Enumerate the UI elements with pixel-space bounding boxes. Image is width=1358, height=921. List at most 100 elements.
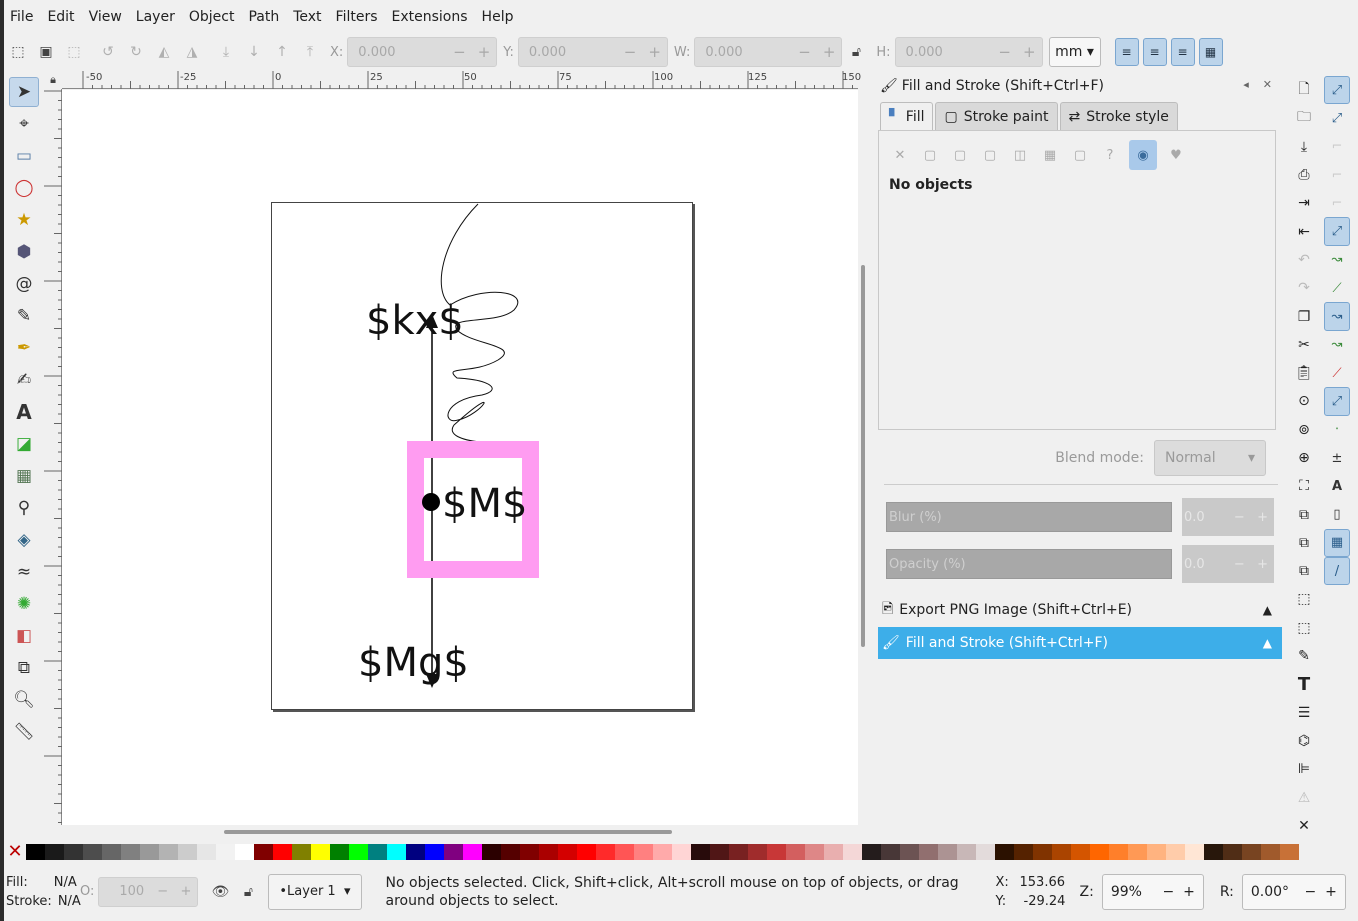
palette-swatch[interactable] <box>1242 844 1261 860</box>
swatch-icon[interactable]: ▢ <box>1069 144 1091 166</box>
tab-stroke-style[interactable]: ⇄ Stroke style <box>1059 102 1178 130</box>
fill-rule-evenodd-icon[interactable]: ◉ <box>1129 140 1157 170</box>
palette-swatch[interactable] <box>938 844 957 860</box>
y-field[interactable]: 0.000− + <box>517 37 668 67</box>
layer-select[interactable]: •Layer 1 ▾ <box>268 873 362 910</box>
snap-page-border-icon[interactable]: ▯ <box>1324 500 1350 528</box>
select-all-icon[interactable]: ⬚ <box>4 38 32 66</box>
palette-swatch[interactable] <box>558 844 577 860</box>
snap-path-intersection-icon[interactable]: ⟋ <box>1324 274 1350 302</box>
palette-swatch[interactable] <box>710 844 729 860</box>
ungroup-icon[interactable]: ⬚ <box>1290 614 1318 642</box>
eraser-tool-icon[interactable]: ◧ <box>9 621 39 651</box>
palette-swatch[interactable] <box>406 844 425 860</box>
palette-swatch[interactable] <box>1014 844 1033 860</box>
palette-swatch[interactable] <box>121 844 140 860</box>
menu-filters[interactable]: Filters <box>330 4 386 30</box>
flip-vertical-icon[interactable]: ◮ <box>178 38 206 66</box>
lock-ratio-icon[interactable]: 🔓︎ <box>842 38 870 66</box>
palette-swatch[interactable] <box>1090 844 1109 860</box>
fill-stroke-row[interactable]: 🖌︎ Fill and Stroke (Shift+Ctrl+F) ▲ <box>878 627 1282 659</box>
palette-swatch[interactable] <box>463 844 482 860</box>
select-all-layers-icon[interactable]: ▣ <box>32 38 60 66</box>
menu-text[interactable]: Text <box>287 4 329 30</box>
palette-swatch[interactable] <box>482 844 501 860</box>
clone-icon[interactable]: ⧉ <box>1290 529 1318 557</box>
text-tool-icon[interactable]: A <box>9 397 39 427</box>
palette-swatch[interactable] <box>159 844 178 860</box>
blur-spin[interactable]: 0.0− + <box>1182 498 1274 536</box>
zoom-tool-icon[interactable]: 🔍︎ <box>9 685 39 715</box>
snap-bbox-corner-icon[interactable]: ⌐ <box>1324 161 1350 189</box>
palette-swatch[interactable] <box>102 844 121 860</box>
palette-swatch[interactable] <box>140 844 159 860</box>
palette-swatch[interactable] <box>767 844 786 860</box>
no-color-swatch-icon[interactable]: ✕ <box>4 843 26 861</box>
selector-tool-icon[interactable]: ➤ <box>9 77 39 107</box>
palette-swatch[interactable] <box>919 844 938 860</box>
toggle-visibility-icon[interactable]: 👁︎ <box>206 878 234 906</box>
unset-paint-icon[interactable]: ? <box>1099 144 1121 166</box>
palette-swatch[interactable] <box>729 844 748 860</box>
raise-icon[interactable]: ↑ <box>268 38 296 66</box>
menu-extensions[interactable]: Extensions <box>386 4 476 30</box>
palette-swatch[interactable] <box>197 844 216 860</box>
palette-swatch[interactable] <box>862 844 881 860</box>
no-paint-icon[interactable]: ✕ <box>889 144 911 166</box>
snap-text-baseline-icon[interactable]: ± <box>1324 444 1350 472</box>
scale-stroke-icon[interactable]: ≡ <box>1114 38 1139 66</box>
snap-midpoint-icon[interactable]: ⟋ <box>1324 359 1350 387</box>
fill-stroke-dialog-icon[interactable]: ✎ <box>1290 642 1318 670</box>
mesh-tool-icon[interactable]: ▦ <box>9 461 39 491</box>
palette-swatch[interactable] <box>292 844 311 860</box>
zoom-selection-icon[interactable]: ⊙ <box>1290 387 1318 415</box>
menu-object[interactable]: Object <box>183 4 243 30</box>
lower-icon[interactable]: ↓ <box>240 38 268 66</box>
palette-swatch[interactable] <box>501 844 520 860</box>
blend-mode-select[interactable]: Normal ▾ <box>1154 440 1266 476</box>
mass-center-dot[interactable] <box>422 493 440 511</box>
snap-bbox-midpoint-icon[interactable]: ⌐ <box>1324 189 1350 217</box>
pencil-tool-icon[interactable]: ✎ <box>9 301 39 331</box>
palette-swatch[interactable] <box>311 844 330 860</box>
new-document-icon[interactable]: 🗋︎ <box>1290 76 1318 104</box>
palette-swatch[interactable] <box>748 844 767 860</box>
palette-swatch[interactable] <box>45 844 64 860</box>
palette-swatch[interactable] <box>1204 844 1223 860</box>
print-icon[interactable]: ⎙ <box>1290 161 1318 189</box>
menu-view[interactable]: View <box>83 4 130 30</box>
palette-swatch[interactable] <box>805 844 824 860</box>
connector-tool-icon[interactable]: ⧉ <box>9 653 39 683</box>
copy-icon[interactable]: ❐ <box>1290 302 1318 330</box>
palette-swatch[interactable] <box>995 844 1014 860</box>
palette-swatch[interactable] <box>976 844 995 860</box>
palette-swatch[interactable] <box>824 844 843 860</box>
label-kx[interactable]: $kx$ <box>366 298 464 344</box>
unlink-clone-icon[interactable]: ⧉ <box>1290 557 1318 585</box>
palette-swatch[interactable] <box>235 844 254 860</box>
label-Mg[interactable]: $Mg$ <box>358 640 469 686</box>
palette-swatch[interactable] <box>1109 844 1128 860</box>
flat-color-icon[interactable]: ▢ <box>919 144 941 166</box>
dropper-tool-icon[interactable]: ⚲ <box>9 493 39 523</box>
drawing-canvas[interactable]: $kx$ $M$ $Mg$ <box>62 90 858 825</box>
guide-lock-icon[interactable]: 🔒︎ <box>44 71 62 89</box>
measure-tool-icon[interactable]: 📏︎ <box>9 717 39 747</box>
mesh-gradient-icon[interactable]: ◫ <box>1009 144 1031 166</box>
radial-gradient-icon[interactable]: ▢ <box>979 144 1001 166</box>
star-tool-icon[interactable]: ★ <box>9 205 39 235</box>
opacity-spin[interactable]: 0.0− + <box>1182 545 1274 583</box>
menu-layer[interactable]: Layer <box>130 4 183 30</box>
tweak-tool-icon[interactable]: ≈ <box>9 557 39 587</box>
duplicate-icon[interactable]: ⧉ <box>1290 500 1318 528</box>
move-patterns-icon[interactable]: ▦ <box>1198 38 1223 66</box>
palette-swatch[interactable] <box>1052 844 1071 860</box>
palette-swatch[interactable] <box>596 844 615 860</box>
palette-swatch[interactable] <box>1071 844 1090 860</box>
palette-swatch[interactable] <box>786 844 805 860</box>
fill-rule-nonzero-icon[interactable]: ♥ <box>1165 144 1187 166</box>
palette-swatch[interactable] <box>83 844 102 860</box>
palette-swatch[interactable] <box>1223 844 1242 860</box>
palette-swatch[interactable] <box>520 844 539 860</box>
pen-tool-icon[interactable]: ✒ <box>9 333 39 363</box>
